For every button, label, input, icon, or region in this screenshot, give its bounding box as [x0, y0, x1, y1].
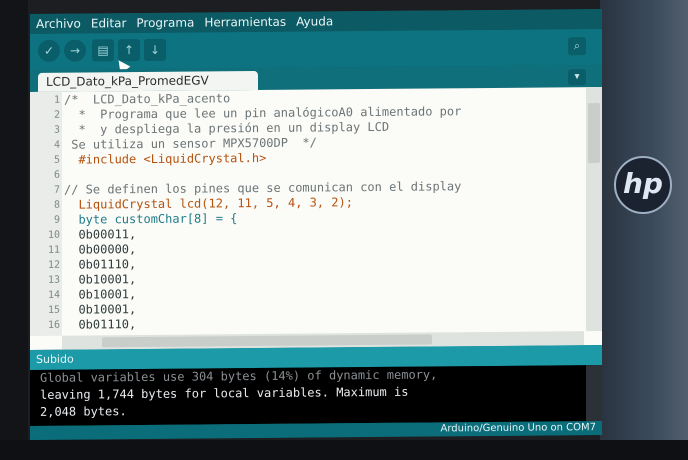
menu-editar[interactable]: Editar: [91, 16, 127, 30]
code-line: 0b01110,: [64, 317, 137, 332]
menu-programa[interactable]: Programa: [136, 16, 194, 31]
menu-herramientas[interactable]: Herramientas: [204, 15, 286, 30]
code-area[interactable]: /* LCD_Dato_kPa_acento * Programa que le…: [64, 87, 584, 336]
console-line: leaving 1,744 bytes for local variables.…: [40, 384, 409, 402]
save-icon[interactable]: ↓: [144, 38, 166, 62]
editor-vertical-scrollbar[interactable]: [586, 87, 602, 332]
arduino-ide-window: Archivo Editar Programa Herramientas Ayu…: [30, 9, 602, 440]
menu-ayuda[interactable]: Ayuda: [296, 14, 333, 28]
verify-icon[interactable]: ✓: [38, 39, 60, 62]
monitor-bezel-left: [0, 0, 28, 460]
output-console: Global variables use 304 bytes (14%) of …: [30, 365, 602, 426]
console-scrollbar[interactable]: [586, 365, 602, 422]
tab-menu-arrow-icon[interactable]: ▾: [568, 69, 586, 86]
board-label: Arduino/Genuino Uno on COM7: [440, 422, 597, 435]
upload-icon[interactable]: →: [64, 39, 86, 62]
new-icon[interactable]: ▤: [92, 39, 114, 62]
serial-monitor-icon[interactable]: ⌕: [568, 37, 586, 56]
line-number-gutter: 1 2 3 4 5 6 7 8 9 10 11 12 13 14 15 16: [30, 91, 62, 337]
toolbar: ✓ → ▤ ↑ ↓ ⌕: [30, 29, 602, 74]
scrollbar-thumb[interactable]: [588, 103, 600, 164]
menu-archivo[interactable]: Archivo: [36, 17, 81, 31]
code-line: #include <LiquidCrystal.h>: [64, 150, 267, 167]
monitor-bezel-bottom: [0, 440, 688, 460]
desk-background: hp: [600, 0, 688, 460]
tab-sketch[interactable]: LCD_Dato_kPa_PromedEGV: [38, 71, 258, 92]
scrollbar-thumb[interactable]: [102, 334, 432, 348]
console-line: 2,048 bytes.: [40, 404, 127, 419]
hp-logo-icon: hp: [614, 156, 672, 214]
line-number: 16: [47, 319, 60, 331]
code-editor[interactable]: 1 2 3 4 5 6 7 8 9 10 11 12 13 14 15 16 /…: [30, 87, 602, 350]
